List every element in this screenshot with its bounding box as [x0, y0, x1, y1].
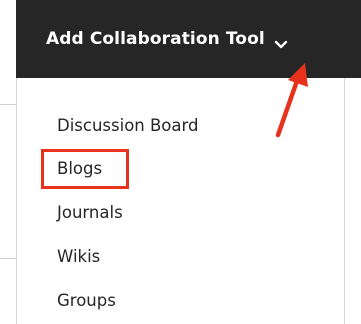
blogs-highlight-box	[41, 149, 129, 189]
add-collaboration-tool-label: Add Collaboration Tool	[46, 29, 265, 49]
menu-item-wikis[interactable]: Wikis	[57, 247, 100, 267]
chevron-down-icon[interactable]	[274, 35, 288, 49]
menu-item-groups[interactable]: Groups	[57, 291, 116, 311]
menu-item-discussion-board[interactable]: Discussion Board	[57, 116, 198, 136]
page-edge	[0, 0, 16, 324]
divider	[0, 258, 16, 259]
divider	[0, 104, 16, 105]
menu-item-journals[interactable]: Journals	[57, 203, 123, 223]
red-arrow-annotation	[275, 63, 308, 138]
